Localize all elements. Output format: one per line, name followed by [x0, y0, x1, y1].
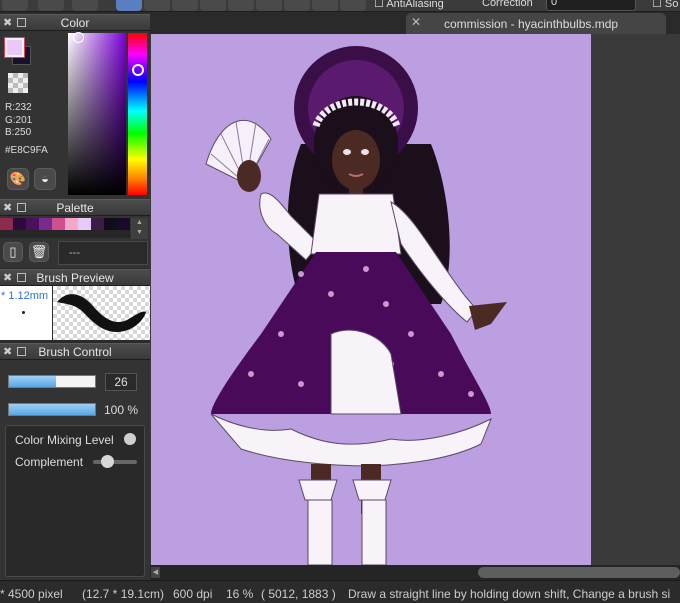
- concentric-ruler-button[interactable]: [256, 0, 282, 11]
- palette-swatch[interactable]: [65, 218, 78, 230]
- perspective-button[interactable]: [284, 0, 310, 11]
- brush-preview-panel-header: ✖ Brush Preview: [0, 269, 150, 286]
- brush-stroke-graphic: [57, 294, 146, 332]
- correction-field[interactable]: 0: [546, 0, 636, 11]
- palette-swatch[interactable]: [117, 218, 130, 230]
- palette-icon: 🎨: [9, 171, 27, 186]
- delete-palette-button[interactable]: 🗑: [29, 242, 49, 262]
- brush-stroke-preview: [53, 286, 150, 340]
- color-mixing-toggle[interactable]: [124, 433, 136, 445]
- status-dpi: 600 dpi: [173, 587, 213, 601]
- status-canvas-size-pixels: * 4500 pixel: [0, 587, 63, 601]
- brush-opacity-slider-fill: [9, 404, 95, 415]
- curve-tool-button[interactable]: [172, 0, 198, 11]
- so-checkbox[interactable]: ☐ So: [652, 0, 678, 10]
- correction-label: Correction: [482, 0, 533, 9]
- brush-size-value: * 1.12mm: [1, 290, 49, 302]
- transparent-color-swatch[interactable]: [8, 73, 28, 93]
- brush-preview-panel-title: Brush Preview: [36, 271, 114, 285]
- brush-tip-dot: [22, 311, 25, 314]
- settings-gear-icon[interactable]: [312, 0, 338, 11]
- color-set-icon: ◒: [41, 171, 49, 186]
- new-palette-button[interactable]: ▯: [3, 242, 23, 262]
- palette-panel-header: ✖ Palette: [0, 199, 150, 216]
- brush-opacity-slider[interactable]: [8, 403, 96, 416]
- palette-name-field[interactable]: ---: [58, 241, 148, 265]
- parallel-ruler-button[interactable]: [200, 0, 226, 11]
- sv-picker-cursor[interactable]: [73, 32, 84, 43]
- palette-panel-title: Palette: [56, 201, 94, 215]
- tool-button[interactable]: [2, 0, 28, 11]
- color-wheel-button[interactable]: 🎨: [7, 168, 29, 190]
- brush-control-panel-header: ✖ Brush Control: [0, 343, 150, 360]
- palette-swatch[interactable]: [104, 218, 117, 230]
- line-tool-button[interactable]: [144, 0, 170, 11]
- complement-slider-handle[interactable]: [101, 455, 114, 468]
- complement-label: Complement: [15, 455, 84, 469]
- palette-swatch[interactable]: [91, 218, 104, 230]
- document-icon: ▯: [9, 244, 17, 259]
- document-tab-title: commission - hyacinthbulbs.mdp: [444, 17, 619, 31]
- status-canvas-size-cm: (12.7 * 19.1cm): [82, 587, 165, 601]
- color-panel-header: ✖ Color: [0, 14, 150, 31]
- status-hint: Draw a straight line by holding down shi…: [348, 587, 671, 601]
- scroll-left-arrow-icon[interactable]: ◀: [151, 567, 160, 578]
- palette-swatch[interactable]: [13, 218, 26, 230]
- brush-size-slider-fill: [9, 376, 57, 387]
- color-mixing-label: Color Mixing Level: [15, 433, 114, 447]
- hue-slider[interactable]: [128, 33, 147, 195]
- complement-slider[interactable]: [93, 460, 137, 464]
- palette-swatches: [0, 218, 130, 230]
- blue-value: B:250: [5, 127, 32, 138]
- green-value: G:201: [5, 115, 33, 126]
- radial-ruler-button[interactable]: [228, 0, 254, 11]
- straight-line-tool-button[interactable]: [116, 0, 142, 11]
- palette-swatch[interactable]: [0, 218, 13, 230]
- undo-button[interactable]: [38, 0, 64, 11]
- color-panel-title: Color: [60, 16, 90, 30]
- status-zoom: 16 %: [226, 587, 254, 601]
- redo-button[interactable]: [72, 0, 98, 11]
- palette-swatch[interactable]: [78, 218, 91, 230]
- brush-opacity-value: 100 %: [104, 403, 139, 417]
- palette-scroll-buttons[interactable]: ▲ ▼: [131, 218, 148, 239]
- status-cursor-position: ( 5012, 1883 ): [261, 587, 336, 601]
- snap-settings-icon[interactable]: [340, 0, 366, 11]
- palette-swatch[interactable]: [39, 218, 52, 230]
- brush-size-slider[interactable]: [8, 375, 96, 388]
- top-toolbar: ☐ AntiAliasing Correction 0 ☐ So: [0, 0, 680, 12]
- red-value: R:232: [5, 102, 32, 113]
- antialiasing-checkbox[interactable]: ☐ AntiAliasing: [374, 0, 444, 10]
- color-set-button[interactable]: ◒: [34, 168, 56, 190]
- brush-control-panel-title: Brush Control: [38, 345, 112, 359]
- saturation-value-picker[interactable]: [68, 33, 126, 195]
- antialiasing-label: AntiAliasing: [386, 0, 444, 10]
- hue-slider-handle[interactable]: [132, 64, 144, 76]
- hex-value: #E8C9FA: [5, 145, 48, 156]
- horizontal-scrollbar-thumb[interactable]: [478, 567, 680, 578]
- brush-size-field[interactable]: 26: [105, 373, 137, 391]
- brush-settings-box: [5, 425, 145, 577]
- app-window: ☐ AntiAliasing Correction 0 ☐ So ✖ Color…: [0, 0, 680, 603]
- palette-empty-row[interactable]: [0, 230, 130, 238]
- drawing-canvas[interactable]: [151, 34, 591, 565]
- palette-swatch[interactable]: [26, 218, 39, 230]
- canvas-gutter: [591, 34, 680, 565]
- palette-swatch[interactable]: [52, 218, 65, 230]
- tab-close-icon[interactable]: ✕: [411, 15, 421, 29]
- foreground-color-swatch[interactable]: [4, 37, 25, 58]
- trash-icon: 🗑: [30, 244, 48, 259]
- character-illustration: [205, 46, 507, 565]
- so-label: So: [664, 0, 679, 10]
